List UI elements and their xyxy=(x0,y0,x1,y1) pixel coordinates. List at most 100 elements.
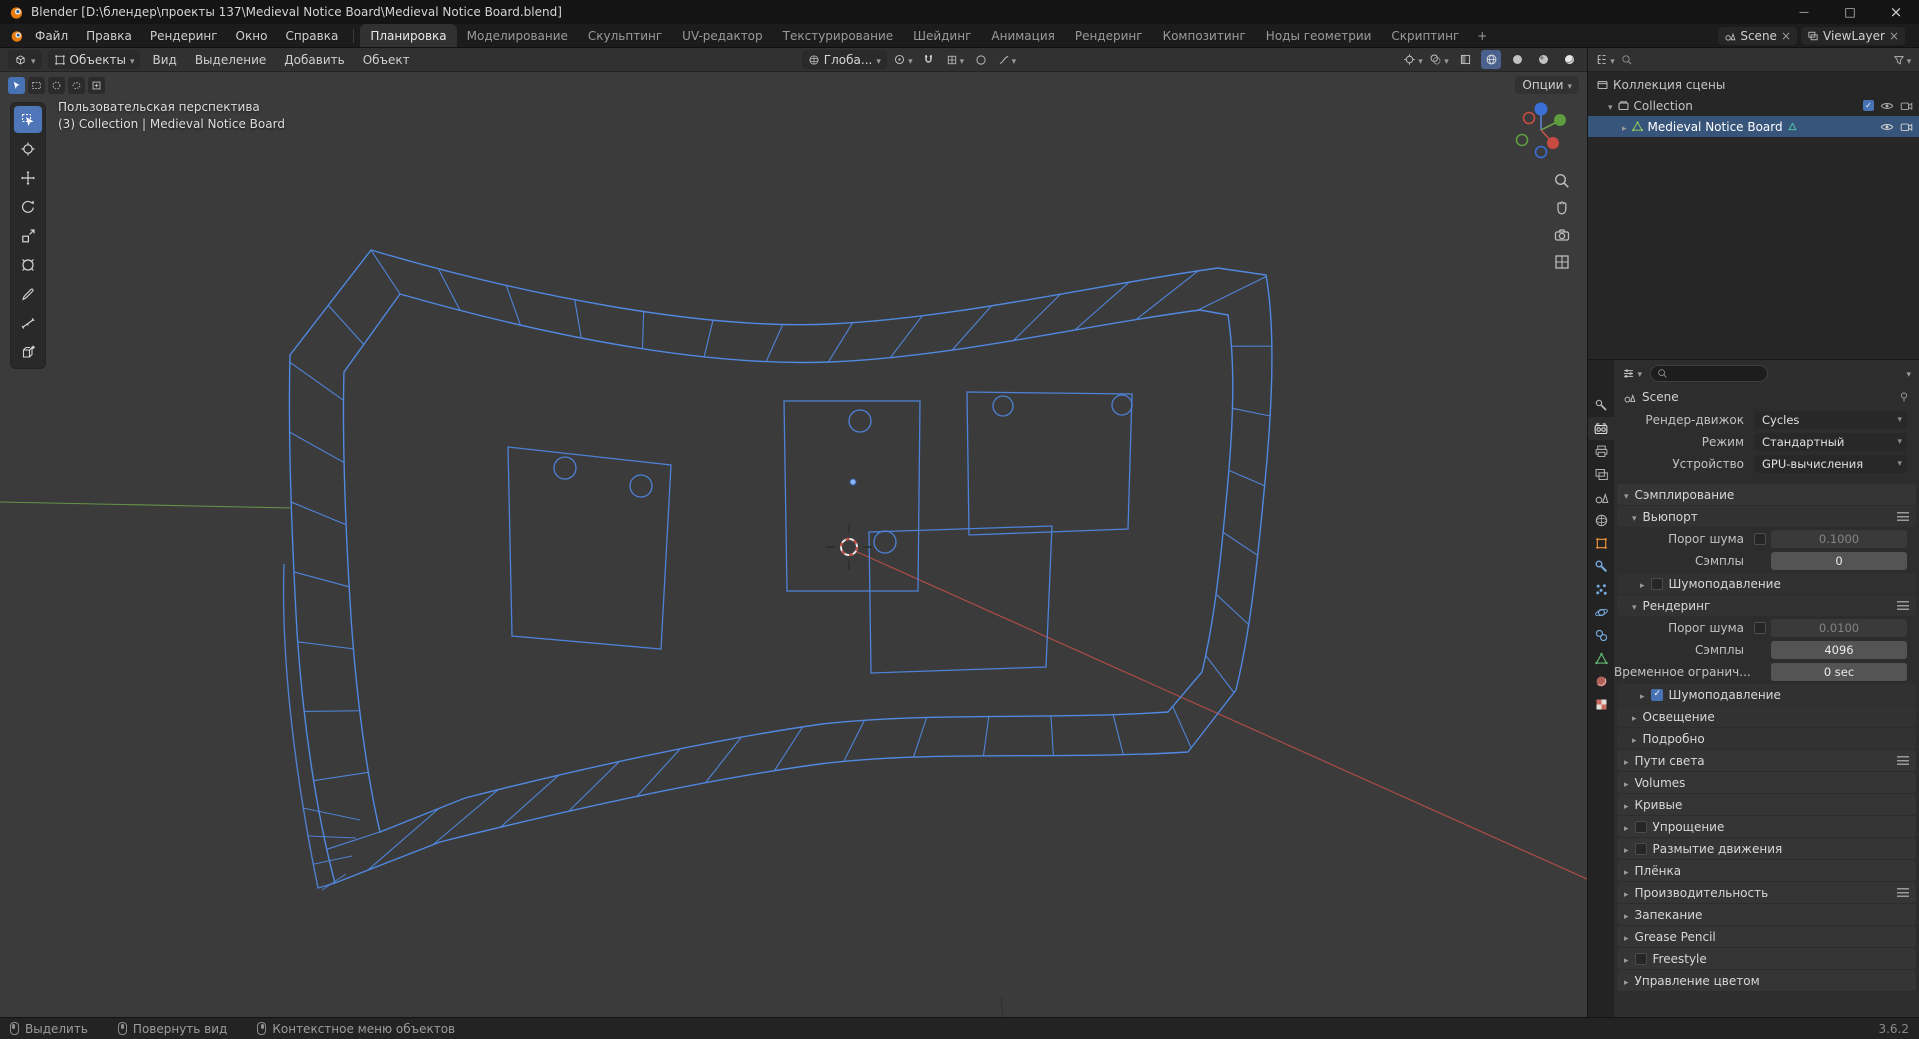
shading-material-button[interactable] xyxy=(1533,50,1553,69)
outliner-search[interactable] xyxy=(1621,54,1886,66)
render-samples-field[interactable]: 4096 xyxy=(1771,641,1907,659)
workspace-tab-sculpting[interactable]: Скульптинг xyxy=(578,24,672,47)
viewport-samples-field[interactable]: 0 xyxy=(1771,552,1907,570)
gizmo-y-neg-axis[interactable] xyxy=(1515,133,1529,147)
section-volumes[interactable]: Volumes xyxy=(1617,772,1916,793)
tab-tool[interactable] xyxy=(1588,394,1614,417)
section-curves[interactable]: Кривые xyxy=(1617,794,1916,815)
section-light-paths[interactable]: Пути света xyxy=(1617,750,1916,771)
tab-modifiers[interactable] xyxy=(1588,555,1614,578)
gizmo-x-neg-axis[interactable] xyxy=(1522,111,1536,125)
section-motion-blur[interactable]: Размытие движения xyxy=(1617,838,1916,859)
orthographic-grid-icon[interactable] xyxy=(1553,253,1571,271)
workspace-tab-uv[interactable]: UV-редактор xyxy=(672,24,772,47)
section-viewport-denoise[interactable]: Шумоподавление xyxy=(1617,573,1916,594)
tab-render[interactable] xyxy=(1588,417,1614,440)
workspace-tab-scripting[interactable]: Скриптинг xyxy=(1381,24,1469,47)
outliner-filter-button[interactable] xyxy=(1892,50,1912,69)
section-sampling[interactable]: Сэмплирование xyxy=(1617,484,1916,505)
viewlayer-selector[interactable]: ViewLayer xyxy=(1801,26,1905,45)
workspace-tab-layout[interactable]: Планировка xyxy=(360,24,457,47)
viewport-canvas[interactable]: Опции Пользовательская перспектива (3) C… xyxy=(0,72,1587,1017)
notice-board-wireframe[interactable] xyxy=(282,249,1273,891)
select-mode-extra[interactable] xyxy=(88,76,105,94)
proportional-editing-toggle[interactable] xyxy=(971,50,991,69)
select-mode-circ[interactable] xyxy=(48,76,65,94)
pan-hand-icon[interactable] xyxy=(1553,199,1571,217)
camera-view-icon[interactable] xyxy=(1553,226,1571,244)
time-limit-field[interactable]: 0 sec xyxy=(1771,663,1907,681)
workspace-tab-modeling[interactable]: Моделирование xyxy=(457,24,578,47)
panel-menu-icon[interactable] xyxy=(1897,512,1909,521)
unlink-viewlayer-icon[interactable] xyxy=(1889,29,1899,43)
select-mode-tweak[interactable] xyxy=(8,76,25,94)
workspace-tab-compositing[interactable]: Композитинг xyxy=(1153,24,1256,47)
pinned-papers-wireframe[interactable] xyxy=(507,391,1133,674)
menu-select[interactable]: Выделение xyxy=(189,53,272,67)
section-film[interactable]: Плёнка xyxy=(1617,860,1916,881)
section-lights[interactable]: Освещение xyxy=(1617,706,1916,727)
section-advanced[interactable]: Подробно xyxy=(1617,728,1916,749)
tab-view-layer[interactable] xyxy=(1588,463,1614,486)
maximize-button[interactable] xyxy=(1827,0,1873,24)
tool-options-dropdown[interactable]: Опции xyxy=(1515,76,1579,94)
render-noise-field[interactable]: 0.0100 xyxy=(1771,619,1907,637)
viewport-noise-checkbox[interactable] xyxy=(1754,533,1766,545)
minimize-button[interactable] xyxy=(1781,0,1827,24)
menu-object[interactable]: Объект xyxy=(357,53,416,67)
workspace-tab-texture-paint[interactable]: Текстурирование xyxy=(773,24,903,47)
section-simplify[interactable]: Упрощение xyxy=(1617,816,1916,837)
menu-view[interactable]: Вид xyxy=(146,53,182,67)
editor-type-button[interactable] xyxy=(8,50,42,69)
show-gizmo-toggle[interactable] xyxy=(1403,50,1423,69)
tab-object[interactable] xyxy=(1588,532,1614,555)
gizmo-x-axis[interactable] xyxy=(1547,137,1559,149)
device-select[interactable]: GPU-вычисления xyxy=(1754,455,1907,473)
zoom-icon[interactable] xyxy=(1553,172,1571,190)
properties-editor-type-button[interactable] xyxy=(1622,364,1642,383)
expand-icon[interactable] xyxy=(1622,120,1627,134)
properties-options-icon[interactable] xyxy=(1906,366,1911,380)
snap-target-dropdown[interactable] xyxy=(945,50,965,69)
mode-select[interactable]: Объекты xyxy=(47,50,141,69)
tab-texture[interactable] xyxy=(1588,693,1614,716)
tool-cursor[interactable] xyxy=(14,135,42,162)
menu-add[interactable]: Добавить xyxy=(278,53,350,67)
tab-constraints[interactable] xyxy=(1588,624,1614,647)
tab-object-data[interactable] xyxy=(1588,647,1614,670)
select-mode-lasso[interactable] xyxy=(68,76,85,94)
xray-toggle[interactable] xyxy=(1455,50,1475,69)
panel-menu-icon[interactable] xyxy=(1897,601,1909,610)
render-noise-checkbox[interactable] xyxy=(1754,622,1766,634)
tool-annotate[interactable] xyxy=(14,280,42,307)
freestyle-checkbox[interactable] xyxy=(1634,952,1647,965)
expand-icon[interactable] xyxy=(1608,99,1613,113)
show-overlays-toggle[interactable] xyxy=(1429,50,1449,69)
tab-scene[interactable] xyxy=(1588,486,1614,509)
menu-edit[interactable]: Правка xyxy=(77,24,141,47)
outliner-editor-type-button[interactable] xyxy=(1595,50,1615,69)
outliner-row-scene-collection[interactable]: Коллекция сцены xyxy=(1588,74,1919,95)
viewport-denoise-checkbox[interactable] xyxy=(1650,577,1663,590)
tool-select-box[interactable] xyxy=(14,106,42,133)
tab-output[interactable] xyxy=(1588,440,1614,463)
properties-search-input[interactable] xyxy=(1650,364,1768,382)
tool-add-cube[interactable] xyxy=(14,338,42,365)
camera-icon[interactable] xyxy=(1900,121,1913,132)
outliner-row-medieval-notice-board[interactable]: Medieval Notice Board xyxy=(1588,116,1919,137)
eye-icon[interactable] xyxy=(1880,122,1894,132)
section-color-management[interactable]: Управление цветом xyxy=(1617,970,1916,991)
pin-icon[interactable] xyxy=(1898,391,1910,403)
section-grease-pencil[interactable]: Grease Pencil xyxy=(1617,926,1916,947)
camera-icon[interactable] xyxy=(1900,100,1913,111)
tab-material[interactable] xyxy=(1588,670,1614,693)
section-performance[interactable]: Производительность xyxy=(1617,882,1916,903)
workspace-tab-shading[interactable]: Шейдинг xyxy=(903,24,981,47)
menu-window[interactable]: Окно xyxy=(227,24,277,47)
navigation-gizmo[interactable] xyxy=(1509,98,1573,162)
scene-selector[interactable]: Scene xyxy=(1718,26,1797,45)
eye-icon[interactable] xyxy=(1880,101,1894,111)
select-mode-box[interactable] xyxy=(28,76,45,94)
outliner-row-collection[interactable]: Collection xyxy=(1588,95,1919,116)
panel-menu-icon[interactable] xyxy=(1897,888,1909,897)
